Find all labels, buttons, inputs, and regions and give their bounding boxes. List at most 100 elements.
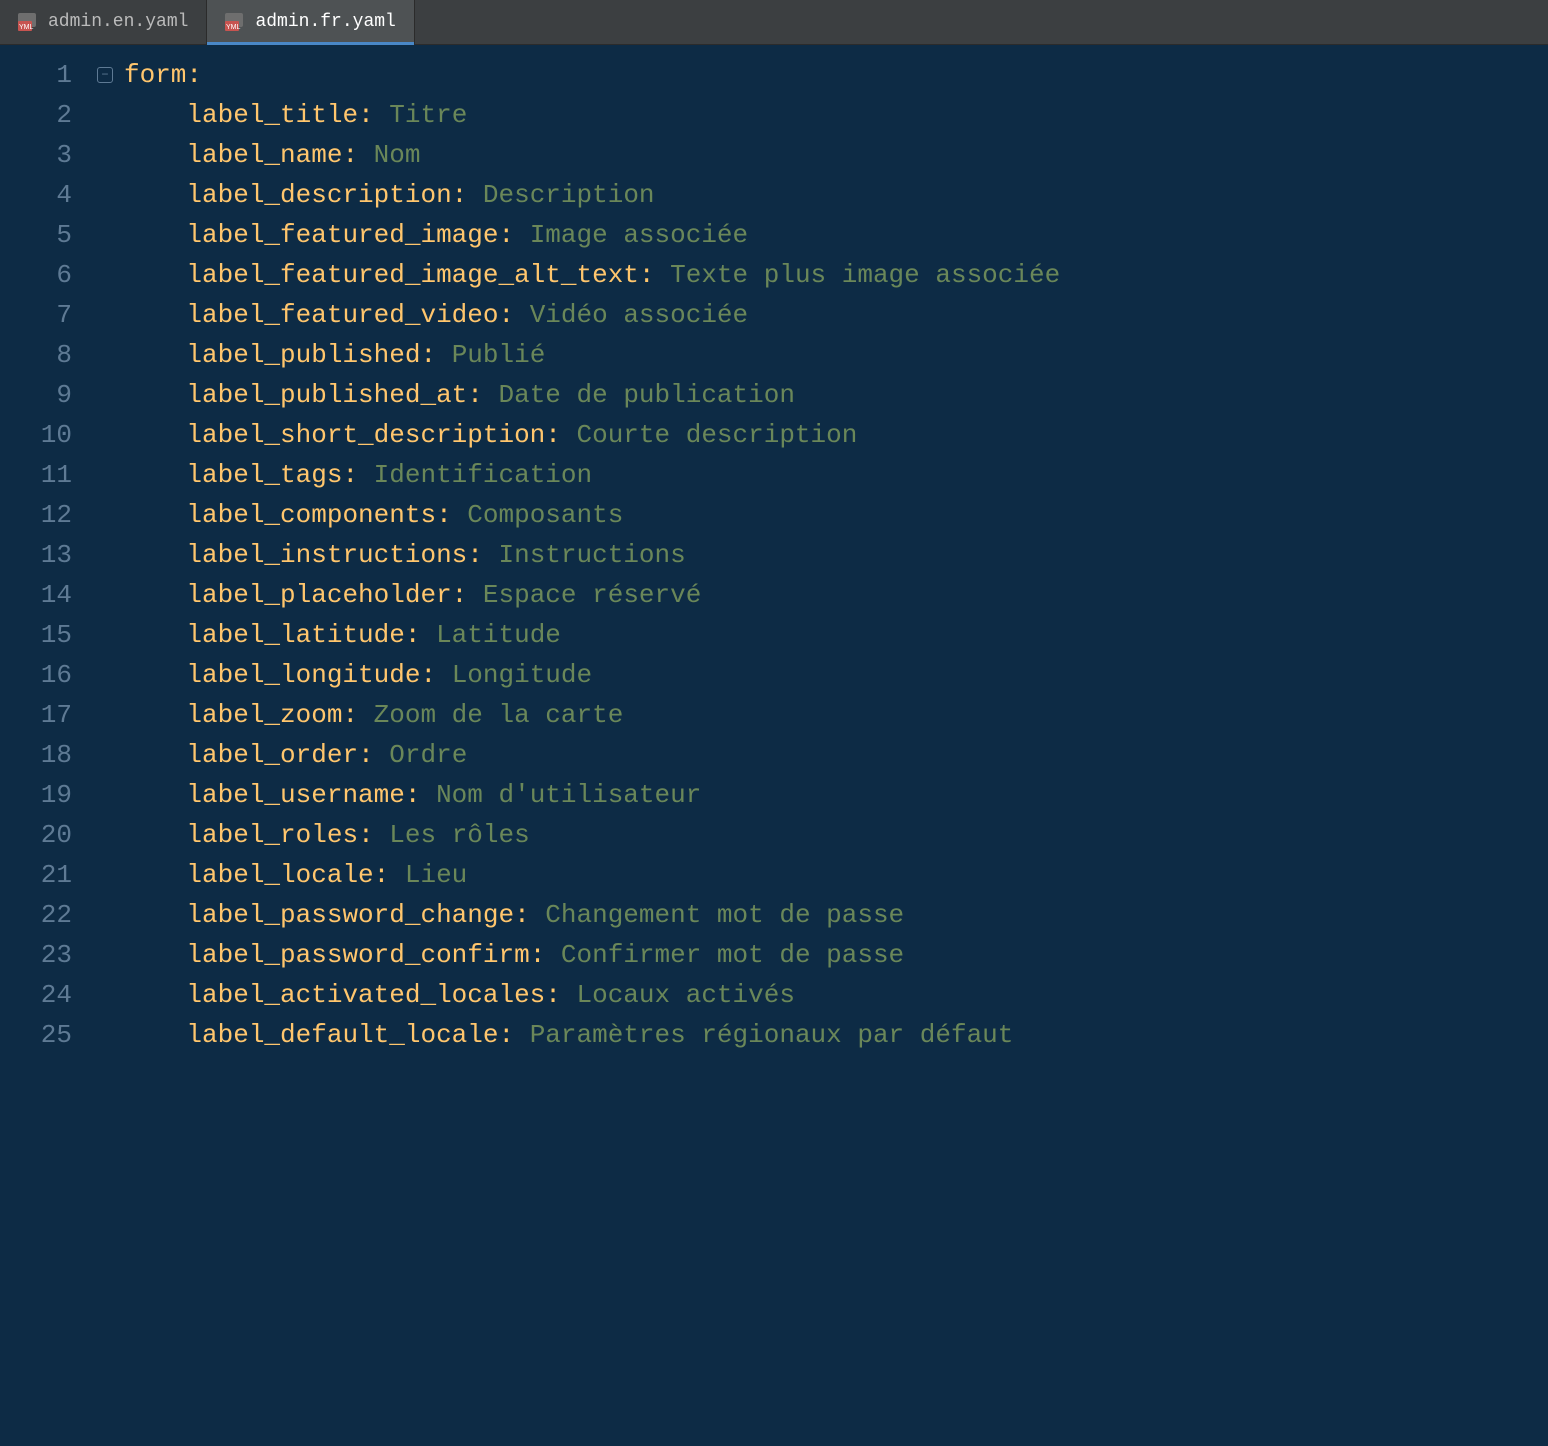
code-line[interactable]: label_short_description: Courte descript… (124, 415, 1548, 455)
yaml-colon: : (545, 420, 561, 450)
yaml-value: Date de publication (499, 380, 795, 410)
line-number: 6 (0, 255, 90, 295)
yaml-colon: : (452, 580, 468, 610)
yaml-value: Zoom de la carte (374, 700, 624, 730)
yaml-value: Les rôles (389, 820, 529, 850)
yaml-value: Courte description (577, 420, 858, 450)
yaml-colon: : (405, 780, 421, 810)
line-number: 14 (0, 575, 90, 615)
yaml-colon: : (358, 820, 374, 850)
code-line[interactable]: label_username: Nom d'utilisateur (124, 775, 1548, 815)
code-line[interactable]: label_description: Description (124, 175, 1548, 215)
tab-label: admin.en.yaml (48, 12, 188, 32)
yaml-value: Ordre (389, 740, 467, 770)
svg-text:YML: YML (226, 24, 241, 31)
yaml-key: label_published_at (186, 380, 467, 410)
line-number: 13 (0, 535, 90, 575)
line-number: 8 (0, 335, 90, 375)
yaml-colon: : (342, 460, 358, 490)
code-line[interactable]: label_order: Ordre (124, 735, 1548, 775)
yaml-value: Latitude (436, 620, 561, 650)
line-number: 4 (0, 175, 90, 215)
yaml-colon: : (467, 380, 483, 410)
yaml-colon: : (420, 660, 436, 690)
line-number: 7 (0, 295, 90, 335)
code-line[interactable]: label_title: Titre (124, 95, 1548, 135)
line-number: 21 (0, 855, 90, 895)
code-line[interactable]: label_default_locale: Paramètres régiona… (124, 1015, 1548, 1055)
code-line[interactable]: label_published: Publié (124, 335, 1548, 375)
yaml-key: label_activated_locales (186, 980, 545, 1010)
code-line[interactable]: label_published_at: Date de publication (124, 375, 1548, 415)
code-line[interactable]: label_placeholder: Espace réservé (124, 575, 1548, 615)
line-number: 5 (0, 215, 90, 255)
yaml-colon: : (342, 140, 358, 170)
tab-admin-en[interactable]: YML admin.en.yaml (0, 0, 207, 44)
yaml-colon: : (436, 500, 452, 530)
yaml-value: Instructions (499, 540, 686, 570)
code-line[interactable]: label_password_confirm: Confirmer mot de… (124, 935, 1548, 975)
yaml-key: label_longitude (186, 660, 420, 690)
code-line[interactable]: label_latitude: Latitude (124, 615, 1548, 655)
yaml-colon: : (420, 340, 436, 370)
yaml-key: label_placeholder (186, 580, 451, 610)
code-area[interactable]: form: label_title: Titre label_name: Nom… (120, 45, 1548, 1446)
editor-pane[interactable]: 1234567891011121314151617181920212223242… (0, 45, 1548, 1446)
fold-toggle-icon[interactable]: − (97, 67, 113, 83)
yaml-colon: : (342, 700, 358, 730)
yaml-colon: : (405, 620, 421, 650)
code-line[interactable]: label_featured_video: Vidéo associée (124, 295, 1548, 335)
code-line[interactable]: label_longitude: Longitude (124, 655, 1548, 695)
yaml-key: label_featured_video (186, 300, 498, 330)
yaml-key: label_roles (186, 820, 358, 850)
yaml-value: Image associée (530, 220, 748, 250)
yaml-key: label_username (186, 780, 404, 810)
yaml-value: Description (483, 180, 655, 210)
code-line[interactable]: label_password_change: Changement mot de… (124, 895, 1548, 935)
yaml-key: label_instructions (186, 540, 467, 570)
yaml-key: label_published (186, 340, 420, 370)
yaml-colon: : (639, 260, 655, 290)
line-number: 12 (0, 495, 90, 535)
line-number: 16 (0, 655, 90, 695)
yaml-colon: : (514, 900, 530, 930)
yaml-value: Nom d'utilisateur (436, 780, 701, 810)
yaml-colon: : (498, 1020, 514, 1050)
line-number: 15 (0, 615, 90, 655)
yaml-key: label_locale (186, 860, 373, 890)
code-line[interactable]: label_featured_image: Image associée (124, 215, 1548, 255)
code-line[interactable]: label_zoom: Zoom de la carte (124, 695, 1548, 735)
yaml-key: label_description (186, 180, 451, 210)
yaml-key: label_short_description (186, 420, 545, 450)
code-line[interactable]: label_featured_image_alt_text: Texte plu… (124, 255, 1548, 295)
line-number: 10 (0, 415, 90, 455)
code-line[interactable]: form: (124, 55, 1548, 95)
yaml-value: Vidéo associée (530, 300, 748, 330)
code-line[interactable]: label_instructions: Instructions (124, 535, 1548, 575)
yaml-value: Nom (374, 140, 421, 170)
yaml-colon: : (374, 860, 390, 890)
line-number: 17 (0, 695, 90, 735)
code-line[interactable]: label_activated_locales: Locaux activés (124, 975, 1548, 1015)
yaml-value: Identification (374, 460, 592, 490)
code-line[interactable]: label_name: Nom (124, 135, 1548, 175)
yaml-key: label_tags (186, 460, 342, 490)
yaml-colon: : (498, 220, 514, 250)
line-number: 3 (0, 135, 90, 175)
yaml-colon: : (498, 300, 514, 330)
yaml-value: Longitude (452, 660, 592, 690)
line-number: 18 (0, 735, 90, 775)
code-line[interactable]: label_components: Composants (124, 495, 1548, 535)
yaml-value: Paramètres régionaux par défaut (530, 1020, 1014, 1050)
tab-admin-fr[interactable]: YML admin.fr.yaml (207, 0, 414, 44)
line-number: 11 (0, 455, 90, 495)
code-line[interactable]: label_tags: Identification (124, 455, 1548, 495)
yaml-value: Lieu (405, 860, 467, 890)
yaml-key: label_latitude (186, 620, 404, 650)
code-line[interactable]: label_roles: Les rôles (124, 815, 1548, 855)
yaml-colon: : (186, 60, 202, 90)
line-number: 1 (0, 55, 90, 95)
svg-text:YML: YML (19, 24, 34, 31)
code-line[interactable]: label_locale: Lieu (124, 855, 1548, 895)
yaml-colon: : (358, 740, 374, 770)
